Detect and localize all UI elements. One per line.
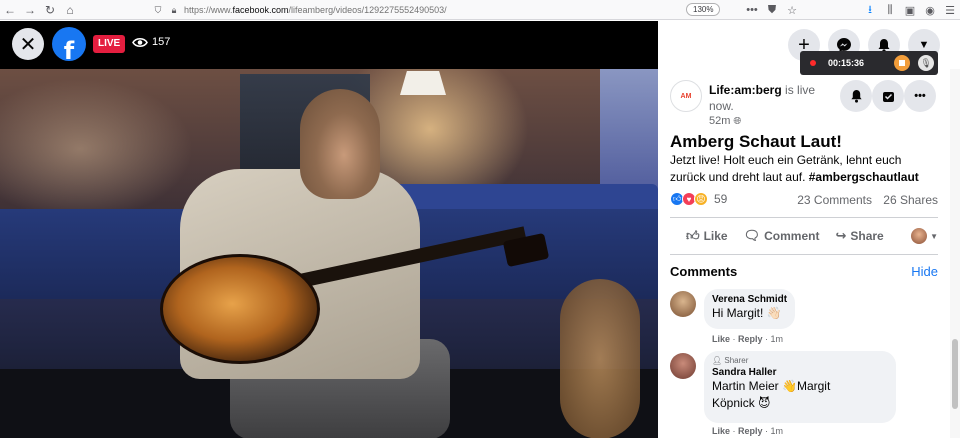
like-button[interactable]: 👍︎ Like	[686, 228, 728, 244]
account-icon[interactable]: ◉	[920, 0, 940, 20]
commenter-avatar[interactable]	[670, 291, 696, 317]
angry-reaction-icon: 😡︎	[694, 192, 708, 206]
reload-icon[interactable]: ↻	[40, 0, 60, 20]
shares-count-link[interactable]: 26 Shares	[883, 193, 938, 207]
facebook-logo[interactable]: f	[52, 27, 86, 61]
hide-comments-link[interactable]: Hide	[911, 264, 938, 279]
comments-count-link[interactable]: 23 Comments	[797, 193, 872, 207]
url-text[interactable]: https://www.facebook.com/lifeamberg/vide…	[184, 5, 447, 15]
video-top-bar: ✕ f LIVE 157	[0, 21, 658, 69]
comment-time[interactable]: 1m	[771, 426, 784, 436]
library-icon[interactable]: ⫼	[880, 0, 900, 20]
video-scene-lamp	[400, 71, 446, 95]
bell-icon	[850, 89, 862, 103]
close-video-button[interactable]: ✕	[12, 28, 44, 60]
lock-icon: 🔒︎	[171, 4, 177, 15]
browser-toolbar: ← → ↻ ⌂ ⛉ 🔒︎ https://www.facebook.com/li…	[0, 0, 960, 20]
zoom-level[interactable]: 130%	[686, 3, 721, 16]
post-options-button[interactable]: •••	[904, 80, 936, 112]
comment-reply-link[interactable]: Reply	[738, 334, 763, 344]
eye-icon	[132, 37, 148, 47]
forward-icon[interactable]: →	[20, 0, 40, 20]
comment-bubble: 👤︎ Sharer Sandra Haller Martin Meier 👋Ma…	[704, 351, 896, 423]
save-icon	[882, 91, 894, 102]
viewer-count: 157	[132, 36, 170, 48]
react-as-selector[interactable]: ▼	[911, 228, 938, 244]
share-icon: ↪	[835, 228, 847, 243]
sidebar-icon[interactable]: ▣	[900, 0, 920, 20]
hashtag-link[interactable]: #ambergschautlaut	[809, 170, 919, 184]
post-actions: 👍︎ Like 🗨︎ Comment ↪ Share ▼	[670, 221, 938, 251]
save-post-button[interactable]	[872, 80, 904, 112]
sharer-icon: 👤︎	[712, 356, 725, 365]
globe-icon: 🌐︎	[733, 115, 742, 127]
post-title: Amberg Schaut Laut!	[670, 132, 842, 151]
reaction-count: 59	[714, 192, 728, 206]
menu-icon[interactable]: ☰	[940, 0, 960, 20]
caret-down-icon: ▼	[930, 231, 938, 241]
avatar	[911, 228, 928, 244]
scrollbar-thumb[interactable]	[952, 339, 958, 409]
comment-bubble: Verena Schmidt Hi Margit! 👋🏻	[704, 289, 796, 329]
video-frame[interactable]	[0, 69, 658, 438]
video-scene-person-head	[300, 89, 380, 199]
panel-top-icons: + ▼ 00:15:36 🎙︎	[658, 21, 960, 75]
commenter-avatar[interactable]	[670, 353, 696, 379]
comment-like-link[interactable]: Like	[712, 426, 730, 436]
pocket-icon[interactable]: ⛊	[762, 0, 782, 20]
divider	[670, 254, 938, 255]
close-icon: ✕	[19, 33, 37, 56]
sharer-tag: 👤︎ Sharer	[712, 356, 749, 365]
live-badge: LIVE	[93, 35, 126, 53]
comment-author[interactable]: Sandra Haller	[712, 367, 888, 378]
video-scene-window	[600, 69, 658, 189]
comment-text: Hi Margit! 👋🏻	[712, 306, 782, 320]
comment-reply-link[interactable]: Reply	[738, 426, 763, 436]
microphone-icon[interactable]: 🎙︎	[918, 55, 935, 71]
reaction-summary[interactable]: 👍︎ ♥ 😡︎ 59	[670, 192, 727, 206]
comment-meta: Like · Reply · 1m	[712, 334, 784, 344]
stop-recording-button[interactable]	[894, 55, 911, 71]
more-dots-icon: •••	[914, 90, 926, 102]
comment-time[interactable]: 1m	[771, 334, 784, 344]
recording-dot-icon	[810, 60, 816, 66]
comments-heading: Comments	[670, 264, 738, 279]
page-avatar[interactable]: AM	[670, 80, 702, 112]
post-text: Jetzt live! Holt euch ein Getränk, lehnt…	[670, 153, 919, 184]
video-scene-guitar-body	[160, 254, 320, 364]
comment-button[interactable]: 🗨︎ Comment	[744, 228, 820, 244]
download-icon[interactable]: ⭳	[860, 0, 880, 20]
scrollbar-track[interactable]	[950, 69, 960, 438]
comment-icon: 🗨︎	[743, 228, 761, 243]
recording-time: 00:15:36	[828, 58, 865, 68]
comment-meta: Like · Reply · 1m	[712, 426, 784, 436]
divider	[670, 217, 938, 218]
caret-down-icon: ▼	[918, 39, 930, 51]
page-notifications-button[interactable]	[840, 80, 872, 112]
comment-text: Martin Meier 👋Margit Köpnick 😈	[712, 379, 831, 410]
post-panel: + ▼ 00:15:36 🎙︎ AM Life:am:berg is live …	[658, 21, 960, 438]
back-icon[interactable]: ←	[0, 0, 20, 20]
comment-like-link[interactable]: Like	[712, 334, 730, 344]
bookmark-star-icon[interactable]: ☆	[782, 0, 802, 20]
share-button[interactable]: ↪ Share	[835, 228, 883, 244]
home-icon[interactable]: ⌂	[60, 0, 80, 20]
recording-bar: 00:15:36 🎙︎	[800, 51, 938, 75]
post-time[interactable]: 52m 🌐︎	[709, 115, 741, 127]
post-author: Life:am:berg is live now.	[709, 83, 816, 113]
viewer-count-value: 157	[152, 36, 171, 48]
thumbs-up-icon: 👍︎	[686, 228, 700, 243]
comment-author[interactable]: Verena Schmidt	[712, 294, 787, 305]
post-stats: 23 Comments 26 Shares	[789, 193, 938, 207]
video-player[interactable]: ✕ f LIVE 157	[0, 21, 658, 438]
shield-icon[interactable]: ⛉	[152, 5, 164, 16]
page-name-link[interactable]: Life:am:berg	[709, 83, 782, 97]
more-dots-icon[interactable]: •••	[742, 0, 762, 20]
video-scene-acoustic-guitar	[560, 279, 640, 438]
